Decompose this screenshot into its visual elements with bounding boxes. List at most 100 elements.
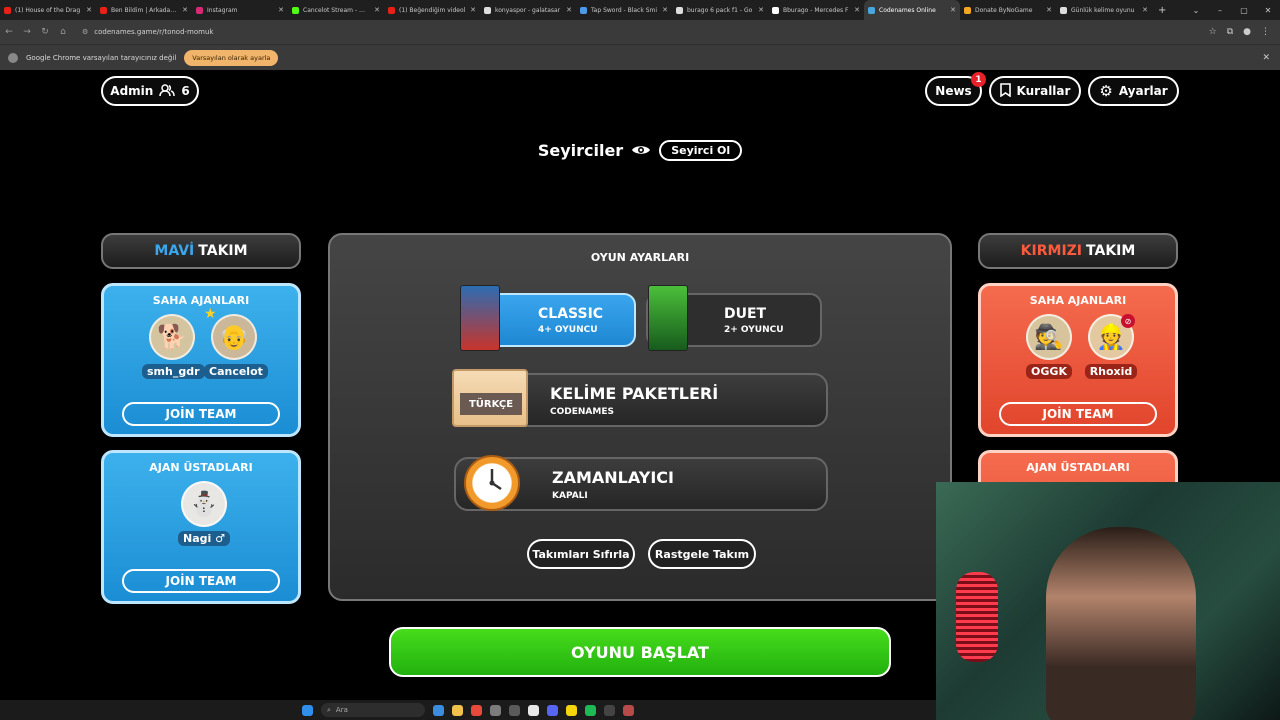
tab-close-icon[interactable]: ✕	[662, 6, 668, 14]
infobar-close-icon[interactable]: ✕	[1262, 53, 1270, 63]
duet-box-icon	[648, 285, 688, 351]
default-browser-infobar: Google Chrome varsayılan tarayıcınız değ…	[0, 44, 1280, 70]
edge-icon[interactable]	[433, 704, 444, 716]
chevron-down-icon[interactable]: ⌄	[1184, 0, 1208, 20]
settings-icon[interactable]	[604, 704, 615, 716]
browser-tab[interactable]: konyaspor - galatasar ✕	[480, 0, 576, 20]
player-count: 6	[181, 84, 190, 98]
extensions-icon[interactable]: ⧉	[1227, 27, 1233, 37]
stopwatch-icon	[464, 455, 520, 511]
random-team-button[interactable]: Rastgele Takım	[648, 539, 756, 569]
windows-taskbar: ⌕ Ara	[0, 700, 936, 720]
tab-title: konyaspor - galatasar	[495, 6, 561, 14]
browser-toolbar: ← → ↻ ⌂ ⚙ codenames.game/r/tonod-momuk ☆…	[0, 20, 1280, 44]
mode-name: DUET	[724, 305, 767, 322]
tab-favicon-icon	[4, 6, 11, 14]
join-blue-spymasters-button[interactable]: JOİN TEAM	[122, 569, 280, 593]
tab-close-icon[interactable]: ✕	[566, 6, 572, 14]
mode-players: 2+ OYUNCU	[724, 324, 784, 335]
home-icon[interactable]: ⌂	[54, 27, 72, 37]
browser-tab[interactable]: (1) House of the Drag ✕	[0, 0, 96, 20]
browser-tab[interactable]: Instagram ✕	[192, 0, 288, 20]
word-pack-card-icon: TÜRKÇE	[452, 369, 528, 427]
blue-team-name: MAVİ	[154, 243, 195, 259]
app-icon[interactable]	[509, 704, 520, 716]
minimize-icon[interactable]: –	[1208, 0, 1232, 20]
start-game-button[interactable]: OYUNU BAŞLAT	[389, 627, 891, 677]
tab-favicon-icon	[580, 6, 587, 14]
tab-close-icon[interactable]: ✕	[470, 6, 476, 14]
admin-label: Admin	[110, 84, 154, 98]
tab-title: Bburago - Mercedes F	[783, 6, 849, 14]
discord-icon[interactable]	[547, 704, 558, 716]
new-tab-button[interactable]: +	[1152, 0, 1172, 20]
become-spectator-button[interactable]: Seyirci Ol	[659, 140, 743, 161]
back-icon[interactable]: ←	[0, 27, 18, 37]
tab-close-icon[interactable]: ✕	[1046, 6, 1052, 14]
join-red-operatives-button[interactable]: JOİN TEAM	[999, 402, 1157, 426]
menu-icon[interactable]: ⋮	[1261, 27, 1270, 37]
app-icon[interactable]	[528, 704, 539, 716]
start-icon[interactable]	[302, 704, 313, 716]
app-icon[interactable]	[566, 704, 577, 716]
bookmark-star-icon[interactable]: ☆	[1209, 27, 1217, 37]
tab-close-icon[interactable]: ✕	[278, 6, 284, 14]
app-icon[interactable]	[623, 704, 634, 716]
red-team-suffix: TAKIM	[1086, 243, 1136, 259]
dog-avatar-icon: 🐕	[149, 314, 195, 360]
tab-close-icon[interactable]: ✕	[854, 6, 860, 14]
browser-tab[interactable]: Bburago - Mercedes F ✕	[768, 0, 864, 20]
explorer-icon[interactable]	[452, 704, 463, 716]
window-controls: ⌄ – ▢ ✕	[1184, 0, 1280, 20]
player-name: Nagi ♂	[178, 531, 230, 546]
tab-favicon-icon	[964, 6, 971, 14]
set-default-button[interactable]: Varsayılan olarak ayarla	[184, 49, 279, 66]
browser-tab[interactable]: (1) Beğendiğim videol ✕	[384, 0, 480, 20]
chrome-icon[interactable]	[471, 704, 482, 716]
tab-close-icon[interactable]: ✕	[182, 6, 188, 14]
profile-icon[interactable]: ●	[1243, 27, 1251, 37]
red-operatives-card: SAHA AJANLARI 🕵 OGGK 👷 Rhoxid ⊘ JOİN TEA…	[978, 283, 1178, 437]
tab-favicon-icon	[676, 6, 683, 14]
settings-button[interactable]: ⚙ Ayarlar	[1088, 76, 1179, 106]
gear-icon: ⚙	[1099, 82, 1113, 100]
tab-close-icon[interactable]: ✕	[1142, 6, 1148, 14]
tab-title: Donate ByNoGame	[975, 6, 1033, 14]
blue-team-header: MAVİ TAKIM	[101, 233, 301, 269]
join-blue-operatives-button[interactable]: JOİN TEAM	[122, 402, 280, 426]
disconnected-icon: ⊘	[1121, 314, 1135, 328]
mode-name: CLASSIC	[538, 305, 604, 322]
player-card: 👴 Cancelot	[204, 314, 268, 379]
address-bar[interactable]: ⚙ codenames.game/r/tonod-momuk	[78, 23, 1203, 41]
spotify-icon[interactable]	[585, 704, 596, 716]
browser-tab[interactable]: Günlük kelime oyunu ✕	[1056, 0, 1152, 20]
tab-title: Günlük kelime oyunu	[1071, 6, 1135, 14]
tab-close-icon[interactable]: ✕	[950, 6, 956, 14]
taskbar-search[interactable]: ⌕ Ara	[321, 703, 425, 717]
tab-close-icon[interactable]: ✕	[374, 6, 380, 14]
site-info-icon[interactable]: ⚙	[82, 28, 88, 36]
maximize-icon[interactable]: ▢	[1232, 0, 1256, 20]
close-icon[interactable]: ✕	[1256, 0, 1280, 20]
chrome-icon	[8, 52, 18, 63]
browser-tab[interactable]: Cancelot Stream - Wat ✕	[288, 0, 384, 20]
browser-tab[interactable]: burago 6 pack f1 - Go ✕	[672, 0, 768, 20]
forward-icon[interactable]: →	[18, 27, 36, 37]
reload-icon[interactable]: ↻	[36, 27, 54, 37]
browser-tab[interactable]: Donate ByNoGame ✕	[960, 0, 1056, 20]
tab-close-icon[interactable]: ✕	[758, 6, 764, 14]
red-team-header: KIRMIZI TAKIM	[978, 233, 1178, 269]
red-spymasters-title: AJAN ÜSTADLARI	[1026, 461, 1130, 474]
reset-teams-button[interactable]: Takımları Sıfırla	[527, 539, 635, 569]
app-icon[interactable]	[490, 704, 501, 716]
browser-tab[interactable]: Tap Sword - Black Smi ✕	[576, 0, 672, 20]
tab-close-icon[interactable]: ✕	[86, 6, 92, 14]
admin-button[interactable]: Admin 6	[101, 76, 199, 106]
player-card: ⛄ Nagi ♂	[174, 481, 234, 546]
tab-title: Instagram	[207, 6, 238, 14]
browser-tab[interactable]: Codenames Online ✕	[864, 0, 960, 20]
rules-button[interactable]: Kurallar	[989, 76, 1081, 106]
browser-tab[interactable]: Ben Bildim | Arkadaşla ✕	[96, 0, 192, 20]
tab-favicon-icon	[484, 6, 491, 14]
news-button[interactable]: News 1	[925, 72, 986, 106]
